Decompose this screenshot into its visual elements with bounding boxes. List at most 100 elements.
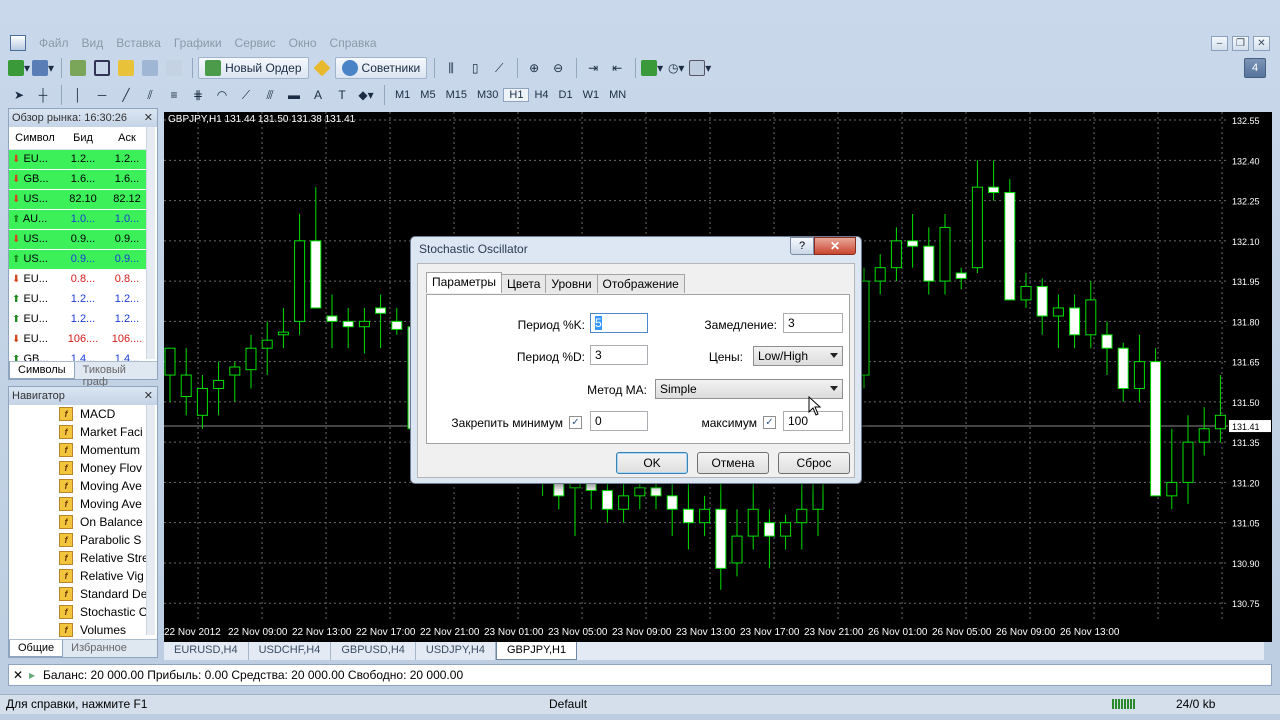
chart-tab[interactable]: USDJPY,H4 [416,642,496,660]
menu-window[interactable]: Окно [289,36,317,50]
tab-symbols[interactable]: Символы [9,362,75,379]
navigator-item[interactable]: f Money Flov [9,459,157,477]
trendline-button[interactable]: ╱ [115,84,137,106]
new-order-button[interactable]: Новый Ордер [198,57,309,79]
menu-tools[interactable]: Сервис [235,36,276,50]
tf-h1[interactable]: H1 [503,88,530,102]
tester-button[interactable] [163,57,185,79]
terminal-button[interactable] [139,57,161,79]
chart-shift-button[interactable]: ⇤ [606,57,628,79]
menu-insert[interactable]: Вставка [116,36,161,50]
market-watch-scrollbar[interactable] [146,127,155,359]
tab-visualization[interactable]: Отображение [596,274,685,293]
navigator-item[interactable]: f Parabolic S [9,531,157,549]
chart-tab[interactable]: EURUSD,H4 [164,642,249,660]
tf-d1[interactable]: D1 [554,89,578,101]
col-ask[interactable]: Аск [105,127,149,150]
menu-help[interactable]: Справка [330,36,377,50]
channel-button[interactable]: ⫽ [139,84,161,106]
fix-min-checkbox[interactable]: ✓ [569,416,582,429]
arrows-button[interactable]: ◆▾ [355,84,377,106]
experts-button[interactable]: Советники [334,57,428,79]
navigator-scrollbar[interactable] [146,405,155,635]
templates-button[interactable]: ▾ [689,57,711,79]
notifications-button[interactable]: 4 [1244,58,1266,78]
table-row[interactable]: ⬇ EU... 0.8... 0.8... [9,269,149,290]
close-icon[interactable]: ✕ [144,387,153,405]
col-bid[interactable]: Бид [61,127,105,150]
close-window-button[interactable]: ✕ [1253,36,1270,51]
tab-tick-chart[interactable]: Тиковый граф [75,362,157,388]
dialog-close-button[interactable]: ✕ [814,237,856,255]
navigator-item[interactable]: f On Balance [9,513,157,531]
cursor-button[interactable]: ➤ [8,84,30,106]
navigator-item[interactable]: f Moving Ave [9,477,157,495]
new-chart-button[interactable]: ▾ [8,57,30,79]
navigator-item[interactable]: f Moving Ave [9,495,157,513]
restore-button[interactable]: ❐ [1232,36,1249,51]
d-period-input[interactable]: 3 [590,345,648,365]
chart-tab[interactable]: GBPUSD,H4 [331,642,416,660]
table-row[interactable]: ⬆ EU... 1.2... 1.2... [9,309,149,330]
menu-charts[interactable]: Графики [174,36,222,50]
navigator-item[interactable]: f Relative Stre [9,549,157,567]
close-icon[interactable]: ✕ [144,109,153,127]
bar-chart-button[interactable]: ⫼ [440,57,462,79]
table-row[interactable]: ⬇ EU... 1.2... 1.2... [9,149,149,170]
label-button[interactable]: T [331,84,353,106]
metaeditor-button[interactable] [311,57,333,79]
table-row[interactable]: ⬇ GB... 1.6... 1.6... [9,169,149,190]
line-chart-button[interactable]: ⟋ [488,57,510,79]
help-button[interactable]: ? [790,237,814,255]
minimize-button[interactable]: – [1211,36,1228,51]
navigator-item[interactable]: f Market Faci [9,423,157,441]
text-button[interactable]: A [307,84,329,106]
tf-m1[interactable]: M1 [390,89,415,101]
periods-button[interactable]: ◷ ▾ [665,57,687,79]
close-icon[interactable]: ✕ [13,665,23,685]
indicators-button[interactable]: ▾ [641,57,663,79]
tf-m5[interactable]: M5 [415,89,440,101]
fix-max-checkbox[interactable]: ✓ [763,416,776,429]
navigator-item[interactable]: f MACD [9,405,157,423]
tf-m15[interactable]: M15 [441,89,472,101]
tab-levels[interactable]: Уровни [545,274,598,293]
navigator-item[interactable]: f Stochastic O [9,603,157,621]
profiles-button[interactable]: ▾ [32,57,54,79]
fix-min-input[interactable]: 0 [590,411,648,431]
ok-button[interactable]: OK [616,452,688,474]
table-row[interactable]: ⬆ AU... 1.0... 1.0... [9,209,149,230]
chart-tab[interactable]: USDCHF,H4 [249,642,332,660]
chart-tab-active[interactable]: GBPJPY,H1 [496,642,578,660]
tf-mn[interactable]: MN [604,89,631,101]
zoom-out-button[interactable]: ⊖ [547,57,569,79]
tf-m30[interactable]: M30 [472,89,503,101]
navigator-item[interactable]: f Relative Vig [9,567,157,585]
vertical-line-button[interactable]: │ [67,84,89,106]
table-row[interactable]: ⬇ EU... 106.... 106.... [9,329,149,350]
cancel-button[interactable]: Отмена [697,452,769,474]
tf-w1[interactable]: W1 [578,89,605,101]
menu-view[interactable]: Вид [82,36,104,50]
table-row[interactable]: ⬇ US... 0.9... 0.9... [9,229,149,250]
fibo-button[interactable]: ≡ [163,84,185,106]
market-watch-button[interactable] [67,57,89,79]
tab-colors[interactable]: Цвета [500,274,547,293]
tab-parameters[interactable]: Параметры [426,272,502,293]
fibo-fan-button[interactable]: ⟋ [235,84,257,106]
zoom-in-button[interactable]: ⊕ [523,57,545,79]
tab-favorites[interactable]: Избранное [63,640,135,657]
horizontal-line-button[interactable]: ─ [91,84,113,106]
price-field-select[interactable]: Low/High [753,346,843,366]
navigator-button[interactable] [115,57,137,79]
rectangle-button[interactable]: ▬ [283,84,305,106]
autoscroll-button[interactable]: ⇥ [582,57,604,79]
gann-button[interactable]: ⋕ [187,84,209,106]
fibo-expansion-button[interactable]: ⫻ [259,84,281,106]
crosshair-button[interactable]: ┼ [32,84,54,106]
menu-file[interactable]: Файл [39,36,69,50]
slowing-input[interactable]: 3 [783,313,843,333]
tf-h4[interactable]: H4 [529,89,553,101]
navigator-item[interactable]: f Standard De [9,585,157,603]
data-window-button[interactable] [91,57,113,79]
